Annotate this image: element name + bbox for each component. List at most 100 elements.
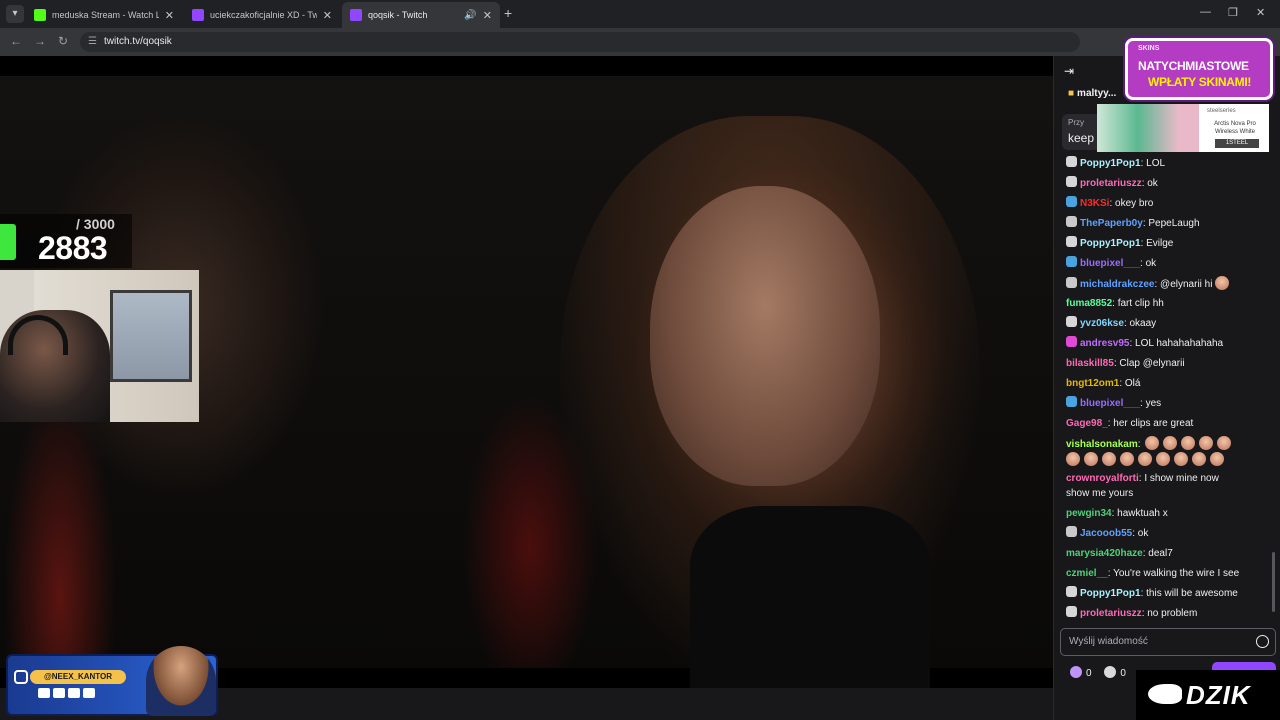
tab-uciekczak[interactable]: uciekczakoficjalnie XD - Twitch ✕ [184, 2, 340, 28]
user-badge-icon[interactable] [1066, 156, 1077, 167]
emote-icon[interactable] [1215, 276, 1230, 290]
user-badge-icon[interactable] [1066, 176, 1077, 187]
chat-username[interactable]: fuma8852 [1066, 298, 1112, 309]
chat-username[interactable]: bluepixel___ [1080, 258, 1140, 269]
chat-panel: ⇥ ■ maltyy... Przy keep Poppy1Pop1: LOL pr… [1053, 56, 1280, 720]
chat-username[interactable]: marysia420haze [1066, 548, 1143, 559]
close-window-icon[interactable]: ✕ [1256, 6, 1265, 19]
sponsor-logo: DZIK [1136, 670, 1280, 720]
chat-text: : You're walking the wire I see [1107, 568, 1240, 579]
chat-username[interactable]: bluepixel___ [1080, 398, 1140, 409]
user-badge-icon[interactable] [1066, 526, 1077, 537]
site-settings-icon[interactable]: ☰ [88, 32, 97, 52]
chat-username[interactable]: bngt12om1 [1066, 378, 1119, 389]
chat-text: : okey bro [1109, 198, 1154, 209]
emote-icon[interactable] [1066, 452, 1080, 466]
emote-icon[interactable] [1102, 452, 1116, 466]
chat-username[interactable]: pewgin34 [1066, 508, 1112, 519]
forward-arrow-icon[interactable]: → [34, 34, 46, 48]
back-arrow-icon[interactable]: ← [10, 34, 22, 48]
emote-icon[interactable] [1216, 436, 1231, 450]
tab-search-button[interactable]: ▾ [6, 5, 24, 23]
chat-username[interactable]: Jacooob55 [1080, 528, 1132, 539]
speaker-icon[interactable]: 🔊 [464, 10, 476, 21]
chat-text: : ok [1132, 528, 1149, 539]
user-badge-icon[interactable] [1066, 196, 1077, 207]
emote-row [1066, 452, 1266, 468]
social-chip-icon [83, 688, 95, 698]
gift-icon: ■ [1068, 88, 1075, 99]
chat-username[interactable]: michaldrakczee [1080, 279, 1155, 290]
address-bar[interactable]: ☰ twitch.tv/qoqsik [80, 32, 1080, 52]
social-chip-icon [53, 688, 65, 698]
user-badge-icon[interactable] [1066, 256, 1077, 267]
browser-tabbar: ▾ meduska Stream - Watch Live o ✕ uciekc… [0, 0, 1280, 28]
chat-message: Poppy1Pop1: this will be awesome [1066, 586, 1266, 601]
emote-icon[interactable] [1144, 436, 1159, 450]
emote-icon[interactable] [1210, 452, 1224, 466]
skins-ad[interactable]: SKINS NATYCHMIASTOWE WPŁATY SKINAMI! [1125, 38, 1273, 100]
user-badge-icon[interactable] [1066, 396, 1077, 407]
minimize-icon[interactable]: — [1200, 6, 1211, 18]
user-badge-icon[interactable] [1066, 336, 1077, 347]
tab-qoqsik[interactable]: qoqsik - Twitch 🔊 ✕ [342, 2, 500, 28]
user-badge-icon[interactable] [1066, 216, 1077, 227]
gift-leaderboard[interactable]: ■ maltyy... [1068, 88, 1116, 99]
steelseries-ad[interactable]: steelseries Arctis Nova Pro Wireless Whi… [1097, 104, 1269, 152]
headset-product-image [1097, 104, 1199, 152]
emote-icon[interactable] [1174, 452, 1188, 466]
emote-icon[interactable] [1162, 436, 1177, 450]
emote-icon[interactable] [1120, 452, 1134, 466]
emote-icon[interactable] [1138, 452, 1152, 466]
emote-icon[interactable] [1156, 452, 1170, 466]
chat-username[interactable]: vishalsonakam [1066, 439, 1138, 450]
check-icon [0, 224, 16, 260]
emote-icon[interactable] [1084, 452, 1098, 466]
promo-banner: @NEEX_KANTOR [6, 646, 218, 716]
chat-username[interactable]: bilaskill85 [1066, 358, 1114, 369]
chat-username[interactable]: Poppy1Pop1 [1080, 588, 1141, 599]
chat-username[interactable]: andresv95 [1080, 338, 1129, 349]
chat-username[interactable]: Poppy1Pop1 [1080, 158, 1141, 169]
new-tab-button[interactable]: + [504, 5, 512, 21]
chat-message: ThePaperb0y: PepeLaugh [1066, 216, 1266, 231]
channel-points-icon[interactable] [1104, 666, 1117, 678]
chat-message: N3KSi: okey bro [1066, 196, 1266, 211]
user-badge-icon[interactable] [1066, 586, 1077, 597]
user-badge-icon[interactable] [1066, 606, 1077, 617]
chat-input[interactable]: Wyślij wiadomość [1060, 628, 1276, 656]
user-badge-icon[interactable] [1066, 277, 1077, 288]
restore-icon[interactable]: ❐ [1228, 6, 1238, 19]
emote-picker-icon[interactable] [1256, 635, 1269, 648]
chat-username[interactable]: yvz06kse [1080, 318, 1124, 329]
emote-icon[interactable] [1192, 452, 1206, 466]
chat-text: : Evilge [1140, 238, 1174, 249]
chat-text: : hawktuah x [1111, 508, 1168, 519]
chat-username[interactable]: proletariuszz [1080, 178, 1142, 189]
video-player[interactable]: / 3000 2883 [0, 56, 1053, 688]
emote-icon[interactable] [1198, 436, 1213, 450]
chat-scrollbar[interactable] [1272, 552, 1275, 612]
close-tab-icon[interactable]: ✕ [165, 9, 174, 22]
reload-icon[interactable]: ↻ [58, 34, 68, 48]
ad-brand: SKINS [1138, 45, 1160, 52]
tab-meduska[interactable]: meduska Stream - Watch Live o ✕ [26, 2, 182, 28]
chat-username[interactable]: N3KSi [1080, 198, 1109, 209]
chat-username[interactable]: proletariuszz [1080, 608, 1142, 619]
bits-icon[interactable] [1070, 666, 1082, 678]
user-badge-icon[interactable] [1066, 236, 1077, 247]
chat-username[interactable]: czmiel__ [1066, 568, 1108, 579]
browser-toolbar: ← → ↻ ☰ twitch.tv/qoqsik [0, 28, 1280, 56]
chat-message: Gage98_: her clips are great [1066, 416, 1266, 431]
chat-username[interactable]: crownroyalforti [1066, 473, 1139, 484]
chat-message: czmiel__: You're walking the wire I see [1066, 566, 1266, 581]
promo-avatar [146, 646, 216, 716]
chat-username[interactable]: Poppy1Pop1 [1080, 238, 1141, 249]
emote-icon[interactable] [1180, 436, 1195, 450]
chat-username[interactable]: Gage98_ [1066, 418, 1108, 429]
close-tab-icon[interactable]: ✕ [323, 9, 332, 22]
chat-username[interactable]: ThePaperb0y [1080, 218, 1143, 229]
close-tab-icon[interactable]: ✕ [483, 9, 492, 22]
collapse-chat-icon[interactable]: ⇥ [1064, 64, 1074, 78]
user-badge-icon[interactable] [1066, 316, 1077, 327]
